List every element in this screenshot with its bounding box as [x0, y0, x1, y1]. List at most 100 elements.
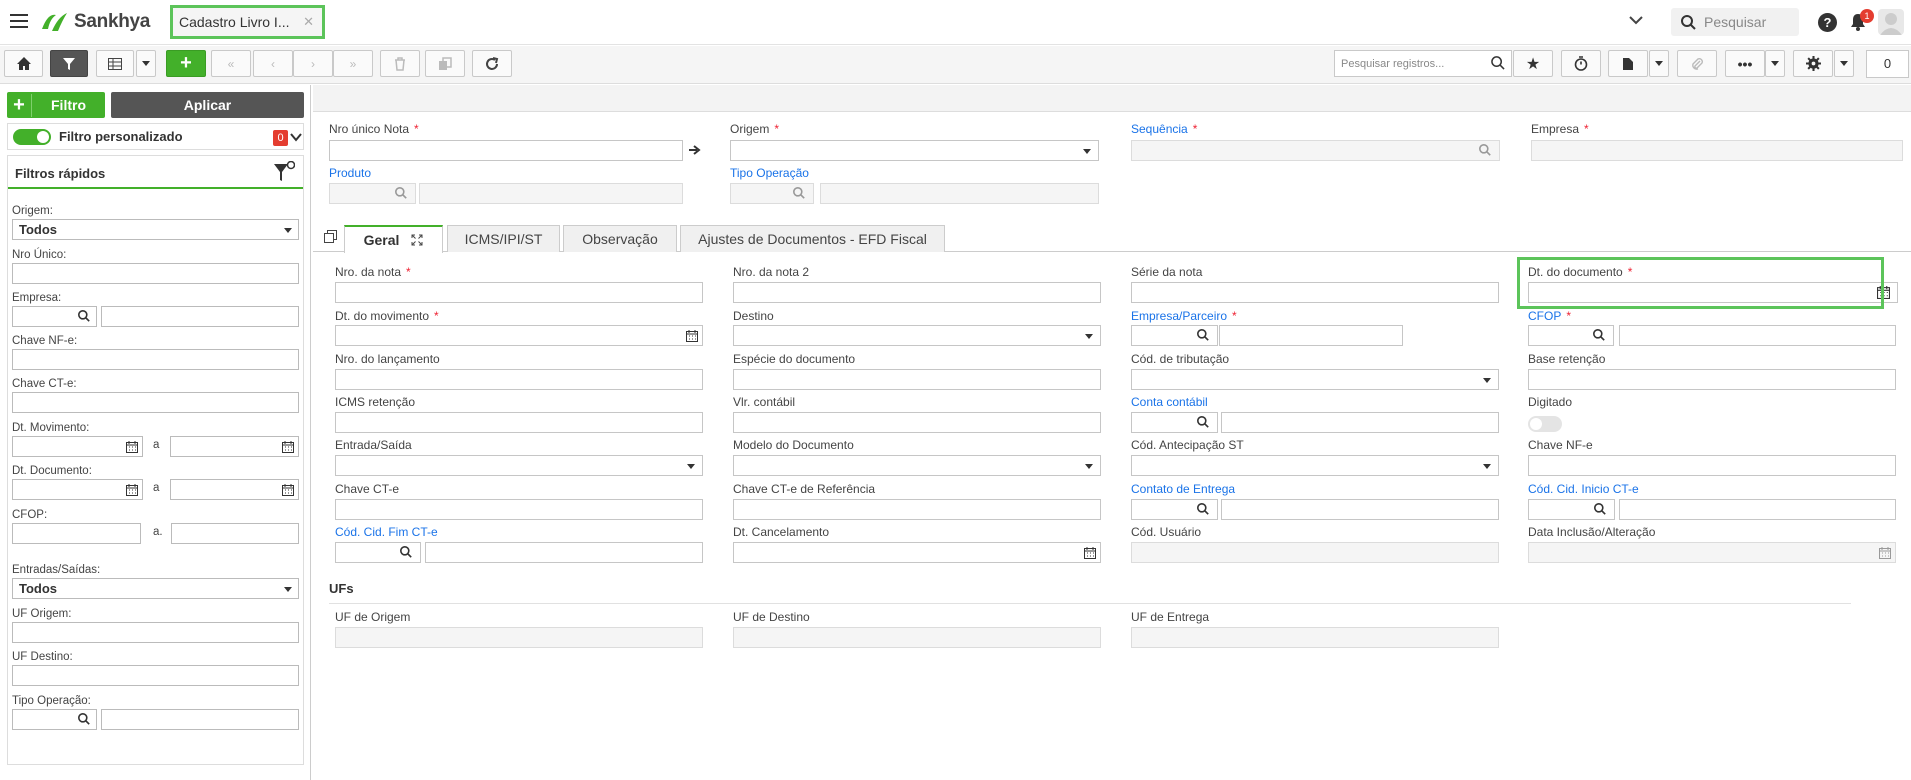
cod-tributacao-select[interactable] — [1131, 369, 1499, 390]
dt-documento-from-input[interactable] — [12, 479, 143, 500]
conta-contabil-code-input[interactable] — [1131, 412, 1218, 433]
icms-retencao-input[interactable] — [335, 412, 703, 433]
destino-select[interactable] — [733, 325, 1101, 346]
restore-window-icon[interactable] — [324, 230, 337, 243]
nro-nota-input[interactable] — [335, 282, 703, 303]
cod-cid-inicio-label[interactable]: Cód. Cid. Inicio CT-e — [1528, 482, 1639, 496]
origem-filter-select[interactable]: Todos — [12, 219, 299, 240]
dt-documento-to-input[interactable] — [170, 479, 299, 500]
settings-button[interactable] — [1793, 50, 1833, 77]
especie-documento-input[interactable] — [733, 369, 1101, 390]
apply-button[interactable]: Aplicar — [111, 92, 304, 118]
search-icon[interactable] — [1593, 329, 1605, 341]
tipo-operacao-code-filter-input[interactable] — [12, 709, 97, 730]
contato-entrega-name-input[interactable] — [1221, 499, 1499, 520]
timer-button[interactable] — [1561, 50, 1601, 77]
produto-name-input[interactable] — [419, 183, 683, 204]
nro-lancamento-input[interactable] — [335, 369, 703, 390]
grid-view-button[interactable] — [96, 50, 134, 77]
dt-movimento-from-input[interactable] — [12, 436, 143, 457]
empresa-name-filter-input[interactable] — [101, 306, 299, 327]
search-icon[interactable] — [1594, 503, 1606, 515]
cod-cid-fim-label[interactable]: Cód. Cid. Fim CT-e — [335, 525, 438, 539]
filter-toggle-button[interactable] — [50, 50, 88, 77]
search-icon[interactable] — [395, 187, 407, 199]
nro-nota2-input[interactable] — [733, 282, 1101, 303]
search-icon[interactable] — [78, 713, 90, 725]
next-record-button[interactable]: › — [293, 50, 333, 77]
empresa-parceiro-label[interactable]: Empresa/Parceiro * — [1131, 309, 1237, 323]
delete-button[interactable] — [380, 50, 420, 77]
record-search-input[interactable]: Pesquisar registros... — [1334, 50, 1512, 77]
first-record-button[interactable]: « — [211, 50, 251, 77]
cfop-name-input[interactable] — [1619, 325, 1896, 346]
nro-unico-nota-input[interactable] — [329, 140, 683, 161]
base-retencao-input[interactable] — [1528, 369, 1896, 390]
export-button[interactable] — [1608, 50, 1648, 77]
search-icon[interactable] — [400, 546, 412, 558]
custom-filter-toggle[interactable] — [13, 128, 51, 145]
serie-nota-input[interactable] — [1131, 282, 1499, 303]
contato-entrega-code-input[interactable] — [1131, 499, 1218, 520]
close-tab-icon[interactable]: ✕ — [303, 14, 314, 30]
entradas-saidas-filter-select[interactable]: Todos — [12, 578, 299, 599]
last-record-button[interactable]: » — [333, 50, 373, 77]
sequencia-input[interactable] — [1131, 140, 1500, 161]
arrow-right-icon[interactable] — [689, 145, 701, 155]
dt-movimento-input[interactable] — [335, 325, 703, 346]
chevron-down-icon[interactable] — [290, 133, 302, 142]
uf-destino-filter-input[interactable] — [12, 665, 299, 686]
tab-ajustes-documentos[interactable]: Ajustes de Documentos - EFD Fiscal — [680, 225, 945, 252]
attachments-button[interactable] — [1677, 50, 1717, 77]
calendar-icon[interactable] — [126, 441, 138, 453]
search-icon[interactable] — [1197, 416, 1209, 428]
cod-antecipacao-st-select[interactable] — [1131, 455, 1499, 476]
settings-dropdown-button[interactable] — [1834, 50, 1854, 77]
produto-label[interactable]: Produto — [329, 166, 371, 180]
duplicate-button[interactable] — [425, 50, 465, 77]
vlr-contabil-input[interactable] — [733, 412, 1101, 433]
conta-contabil-label[interactable]: Conta contábil — [1131, 395, 1208, 409]
cod-cid-fim-name-input[interactable] — [425, 542, 703, 563]
add-record-button[interactable]: + — [166, 50, 206, 77]
tipo-operacao-label[interactable]: Tipo Operação — [730, 166, 809, 180]
app-tab-cadastro-livro[interactable]: Cadastro Livro I... ✕ — [170, 5, 325, 39]
dt-cancelamento-input[interactable] — [733, 542, 1101, 563]
sequencia-label[interactable]: Sequência * — [1131, 122, 1197, 136]
cfop-label[interactable]: CFOP * — [1528, 309, 1571, 323]
cfop-to-input[interactable] — [171, 523, 299, 544]
cfop-from-input[interactable] — [12, 523, 141, 544]
tipo-operacao-name-input[interactable] — [820, 183, 1099, 204]
help-icon[interactable]: ? — [1818, 13, 1837, 32]
conta-contabil-name-input[interactable] — [1221, 412, 1499, 433]
chevron-down-icon[interactable] — [1628, 12, 1644, 31]
empresa-input[interactable] — [1531, 140, 1903, 161]
search-icon[interactable] — [1197, 329, 1209, 341]
search-icon[interactable] — [1479, 144, 1491, 156]
refresh-button[interactable] — [472, 50, 512, 77]
tab-geral[interactable]: Geral — [344, 225, 443, 253]
empresa-parceiro-name-input[interactable] — [1219, 325, 1403, 346]
home-button[interactable] — [4, 50, 43, 77]
calendar-icon[interactable] — [282, 441, 294, 453]
nro-unico-filter-input[interactable] — [12, 263, 299, 284]
search-icon[interactable] — [1197, 503, 1209, 515]
tipo-operacao-name-filter-input[interactable] — [101, 709, 299, 730]
digitado-toggle[interactable] — [1528, 416, 1562, 432]
expand-icon[interactable] — [411, 234, 423, 246]
cod-cid-inicio-code-input[interactable] — [1528, 499, 1615, 520]
search-icon[interactable] — [793, 187, 805, 199]
chave-cte-filter-input[interactable] — [12, 392, 299, 413]
add-filter-button[interactable]: + Filtro — [7, 92, 105, 118]
favorites-button[interactable]: ★ — [1513, 50, 1553, 77]
empresa-code-filter-input[interactable] — [12, 306, 97, 327]
contato-entrega-label[interactable]: Contato de Entrega — [1131, 482, 1235, 496]
dt-movimento-to-input[interactable] — [170, 436, 299, 457]
produto-code-input[interactable] — [329, 183, 416, 204]
calendar-icon[interactable] — [686, 330, 698, 342]
chave-nfe-input[interactable] — [1528, 455, 1896, 476]
tipo-operacao-code-input[interactable] — [730, 183, 814, 204]
user-avatar[interactable] — [1878, 9, 1904, 35]
export-dropdown-button[interactable] — [1649, 50, 1669, 77]
entrada-saida-select[interactable] — [335, 455, 703, 476]
